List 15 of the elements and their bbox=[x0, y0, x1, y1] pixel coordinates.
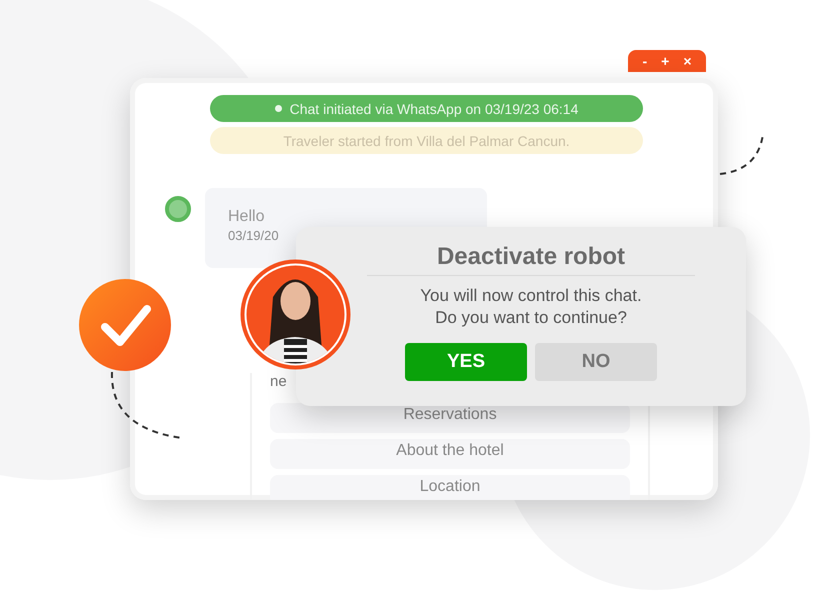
window-control-button[interactable]: - bbox=[640, 54, 650, 68]
option-button[interactable]: Reservations bbox=[270, 403, 630, 433]
bot-icon bbox=[165, 196, 191, 222]
window-control-button[interactable]: × bbox=[681, 54, 694, 68]
message-text: Hello bbox=[228, 208, 266, 226]
cancel-button[interactable]: NO bbox=[535, 343, 657, 381]
dialog-title: Deactivate robot bbox=[367, 243, 695, 276]
option-button[interactable]: About the hotel bbox=[270, 439, 630, 469]
confirm-button[interactable]: YES bbox=[405, 343, 527, 381]
system-notice: Chat initiated via WhatsApp on 03/19/23 06:14 bbox=[210, 95, 643, 122]
message-time: 03/19/20 bbox=[228, 228, 280, 243]
dialog-message: You will now control this chat. Do you want to continue? bbox=[420, 285, 642, 329]
window-control-button[interactable]: + bbox=[659, 54, 672, 68]
option-button[interactable]: Location bbox=[270, 475, 630, 500]
message-text: ne bbox=[270, 373, 287, 390]
